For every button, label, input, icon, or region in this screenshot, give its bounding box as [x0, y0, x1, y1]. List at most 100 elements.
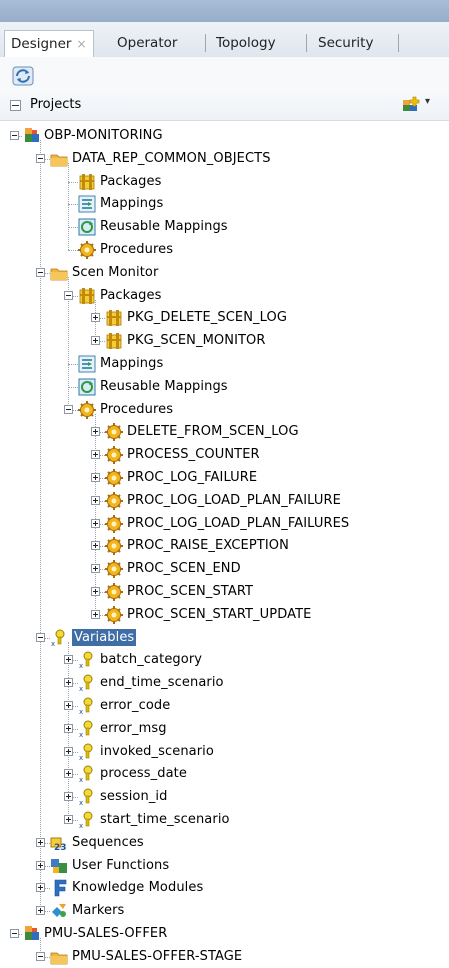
tree-node-label: end_time_scenario [100, 675, 224, 691]
tree-node-procedure[interactable]: Procedures [0, 399, 449, 421]
tree-node-variable[interactable]: x start_time_scenario [0, 809, 449, 831]
collapse-icon[interactable] [10, 131, 19, 140]
tree-node-procedure[interactable]: PROC_SCEN_START [0, 581, 449, 603]
projects-accordion-header[interactable]: Projects ▾ [0, 92, 449, 121]
navigator-tab-bar: Designer × Operator Topology Security [0, 22, 449, 58]
expand-icon[interactable] [36, 837, 45, 847]
tree-node-variable[interactable]: x end_time_scenario [0, 672, 449, 694]
tree-node-reusable[interactable]: Reusable Mappings [0, 376, 449, 398]
tree-node-package[interactable]: PKG_DELETE_SCEN_LOG [0, 307, 449, 329]
new-project-icon[interactable] [402, 96, 420, 112]
tree-node-package[interactable]: Packages [0, 171, 449, 193]
tree-node-folder[interactable]: PMU-SALES-OFFER-STAGE [0, 946, 449, 968]
expand-icon[interactable] [64, 815, 73, 824]
tree-node-variable[interactable]: x session_id [0, 786, 449, 808]
tree-node-folder[interactable]: Scen Monitor [0, 262, 449, 284]
expand-icon[interactable] [91, 587, 100, 596]
tree-node-variable[interactable]: x batch_category [0, 649, 449, 671]
tree-node-procedure[interactable]: PROCESS_COUNTER [0, 444, 449, 466]
tree-node-label: PKG_DELETE_SCEN_LOG [127, 310, 288, 326]
expand-icon[interactable] [91, 450, 100, 460]
chevron-down-icon[interactable]: ▾ [425, 96, 430, 107]
expand-icon[interactable] [64, 723, 73, 733]
procedure-icon [105, 423, 123, 442]
expand-icon[interactable] [91, 564, 100, 574]
tree-node-procedure[interactable]: Procedures [0, 239, 449, 261]
procedure-icon [78, 241, 96, 259]
tree-node-procedure[interactable]: PROC_SCEN_START_UPDATE [0, 604, 449, 626]
sequence-icon: 23 [50, 837, 67, 852]
tree-node-label: PROC_LOG_LOAD_PLAN_FAILURE [127, 492, 341, 508]
collapse-icon[interactable] [10, 929, 19, 938]
tree-node-mapping[interactable]: Mappings [0, 193, 449, 215]
tree-node-mapping[interactable]: Mappings [0, 353, 449, 375]
collapse-icon[interactable] [36, 153, 45, 163]
expand-icon[interactable] [91, 495, 100, 505]
marker-icon [52, 904, 66, 918]
expand-icon[interactable] [64, 655, 73, 665]
expand-icon[interactable] [91, 313, 100, 323]
tree-node-variable[interactable]: x process_date [0, 763, 449, 785]
tree-node-variable[interactable]: x error_msg [0, 718, 449, 740]
tab-designer[interactable]: Designer × [4, 30, 94, 58]
expand-icon[interactable] [36, 860, 45, 870]
tree-node-km[interactable]: Knowledge Modules [0, 877, 449, 899]
expand-icon[interactable] [64, 701, 73, 710]
tree-node-procedure[interactable]: DELETE_FROM_SCEN_LOG [0, 421, 449, 443]
expand-icon[interactable] [64, 746, 73, 756]
tree-node-function[interactable]: User Functions [0, 855, 449, 877]
expand-icon[interactable] [64, 769, 73, 779]
variable-icon: x [79, 811, 93, 829]
projects-label: Projects [30, 97, 82, 112]
tree-node-procedure[interactable]: PROC_RAISE_EXCEPTION [0, 535, 449, 557]
collapse-icon[interactable] [64, 404, 73, 414]
tab-security[interactable]: Security [318, 32, 373, 54]
tree-node-folder[interactable]: DATA_REP_COMMON_OBJECTS [0, 148, 449, 170]
collapse-icon[interactable] [36, 267, 45, 277]
tree-node-variable[interactable]: x invoked_scenario [0, 741, 449, 763]
expand-icon[interactable] [91, 609, 100, 619]
collapse-icon[interactable] [64, 290, 73, 300]
tree-node-label: process_date [100, 766, 187, 782]
refresh-sync-icon[interactable] [12, 66, 34, 86]
collapse-icon[interactable] [10, 100, 21, 111]
tree-node-label: PROC_SCEN_START [127, 584, 254, 599]
tree-node-label: Reusable Mappings [100, 219, 228, 235]
tree-node-procedure[interactable]: PROC_LOG_LOAD_PLAN_FAILURES [0, 513, 449, 535]
folder-icon [50, 268, 68, 281]
expand-icon[interactable] [91, 473, 100, 482]
tree-node-project[interactable]: OBP-MONITORING [0, 125, 449, 147]
tree-node-variable[interactable]: x Variables [0, 627, 449, 649]
expand-icon[interactable] [64, 678, 73, 688]
expand-icon[interactable] [64, 792, 73, 802]
tree-node-label: PKG_SCEN_MONITOR [127, 333, 266, 349]
tree-node-procedure[interactable]: PROC_LOG_FAILURE [0, 467, 449, 489]
expand-icon[interactable] [91, 427, 100, 437]
tree-node-sequence[interactable]: 23 Sequences [0, 832, 449, 854]
tab-close-icon[interactable]: × [76, 37, 86, 51]
tree-node-label: PROC_RAISE_EXCEPTION [127, 538, 289, 554]
tree-node-package[interactable]: PKG_SCEN_MONITOR [0, 330, 449, 352]
tab-divider [306, 34, 307, 52]
collapse-icon[interactable] [36, 632, 45, 642]
expand-icon[interactable] [91, 336, 100, 346]
mapping-icon [78, 355, 96, 373]
tab-operator[interactable]: Operator [117, 32, 177, 54]
tree-node-reusable[interactable]: Reusable Mappings [0, 216, 449, 238]
tree-node-project[interactable]: PMU-SALES-OFFER [0, 923, 449, 945]
expand-icon[interactable] [91, 518, 100, 528]
tree-node-procedure[interactable]: PROC_SCEN_END [0, 558, 449, 580]
expand-icon[interactable] [36, 906, 45, 916]
procedure-icon [105, 583, 123, 601]
expand-icon[interactable] [91, 541, 100, 551]
tree-node-package[interactable]: Packages [0, 285, 449, 307]
tree-node-marker[interactable]: Markers [0, 900, 449, 922]
variable-icon: x [79, 674, 93, 692]
tree-node-procedure[interactable]: PROC_LOG_LOAD_PLAN_FAILURE [0, 490, 449, 512]
procedure-icon [105, 446, 123, 465]
collapse-icon[interactable] [36, 951, 45, 961]
tree-node-label: DELETE_FROM_SCEN_LOG [127, 424, 299, 440]
tab-topology[interactable]: Topology [216, 32, 276, 54]
expand-icon[interactable] [36, 883, 45, 893]
tree-node-variable[interactable]: x error_code [0, 695, 449, 717]
